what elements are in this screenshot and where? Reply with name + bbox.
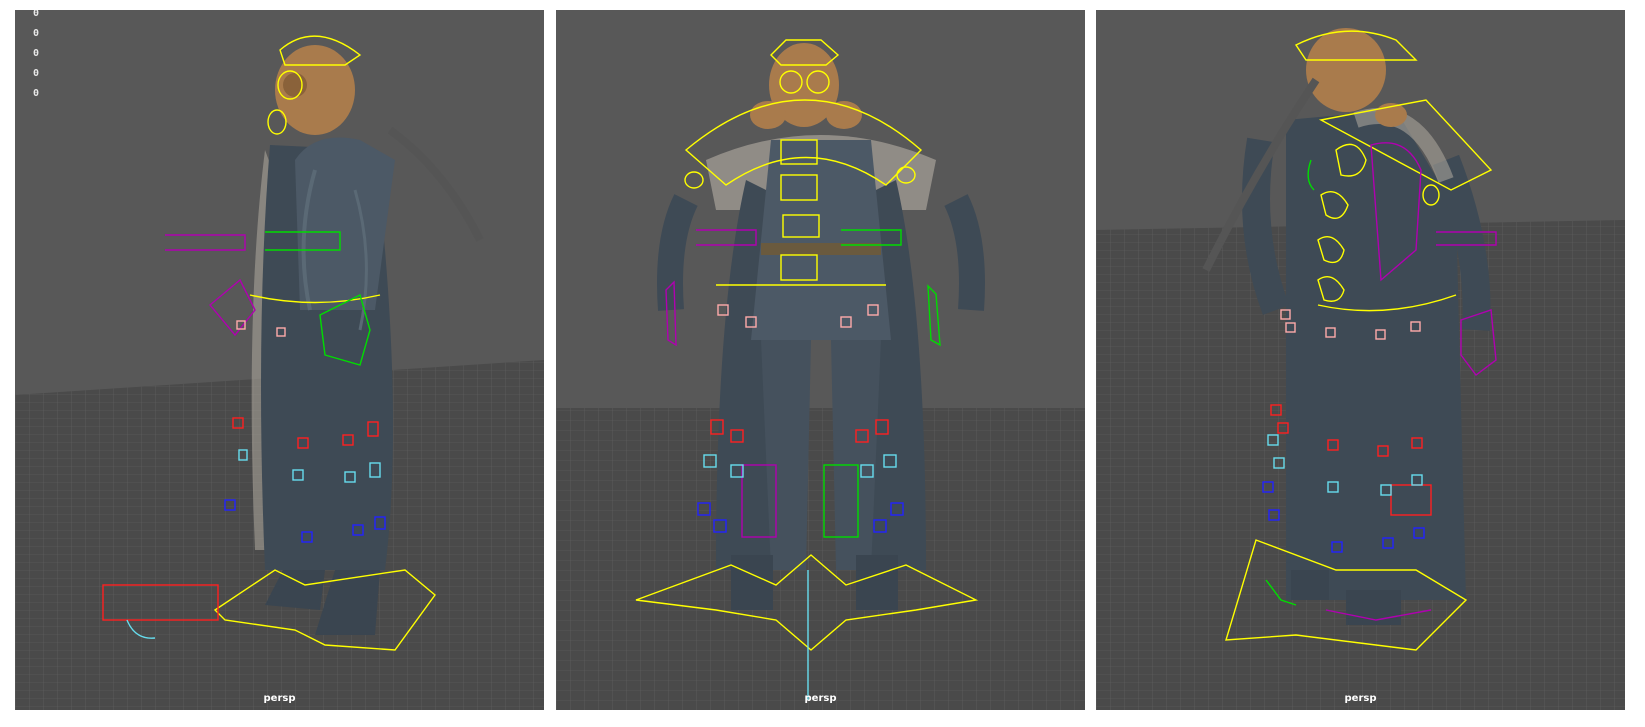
viewport-scene	[1096, 28, 1625, 710]
hud-readout: 0 0 0 0 0	[33, 10, 39, 104]
viewport-back[interactable]: persp	[1096, 10, 1625, 710]
camera-label: persp	[263, 693, 296, 704]
hud-value: 0	[33, 10, 40, 19]
viewport-scene	[556, 39, 1085, 710]
viewport-scene	[15, 35, 544, 710]
hud-value: 0	[33, 88, 40, 99]
camera-label: persp	[804, 693, 837, 704]
hud-value: 0	[33, 68, 40, 79]
camera-label: persp	[1344, 693, 1377, 704]
viewport-front[interactable]: persp	[556, 10, 1085, 710]
hud-value: 0	[33, 28, 40, 39]
viewport-side[interactable]: 0 0 0 0 0 persp	[15, 10, 544, 710]
hud-value: 0	[33, 48, 40, 59]
